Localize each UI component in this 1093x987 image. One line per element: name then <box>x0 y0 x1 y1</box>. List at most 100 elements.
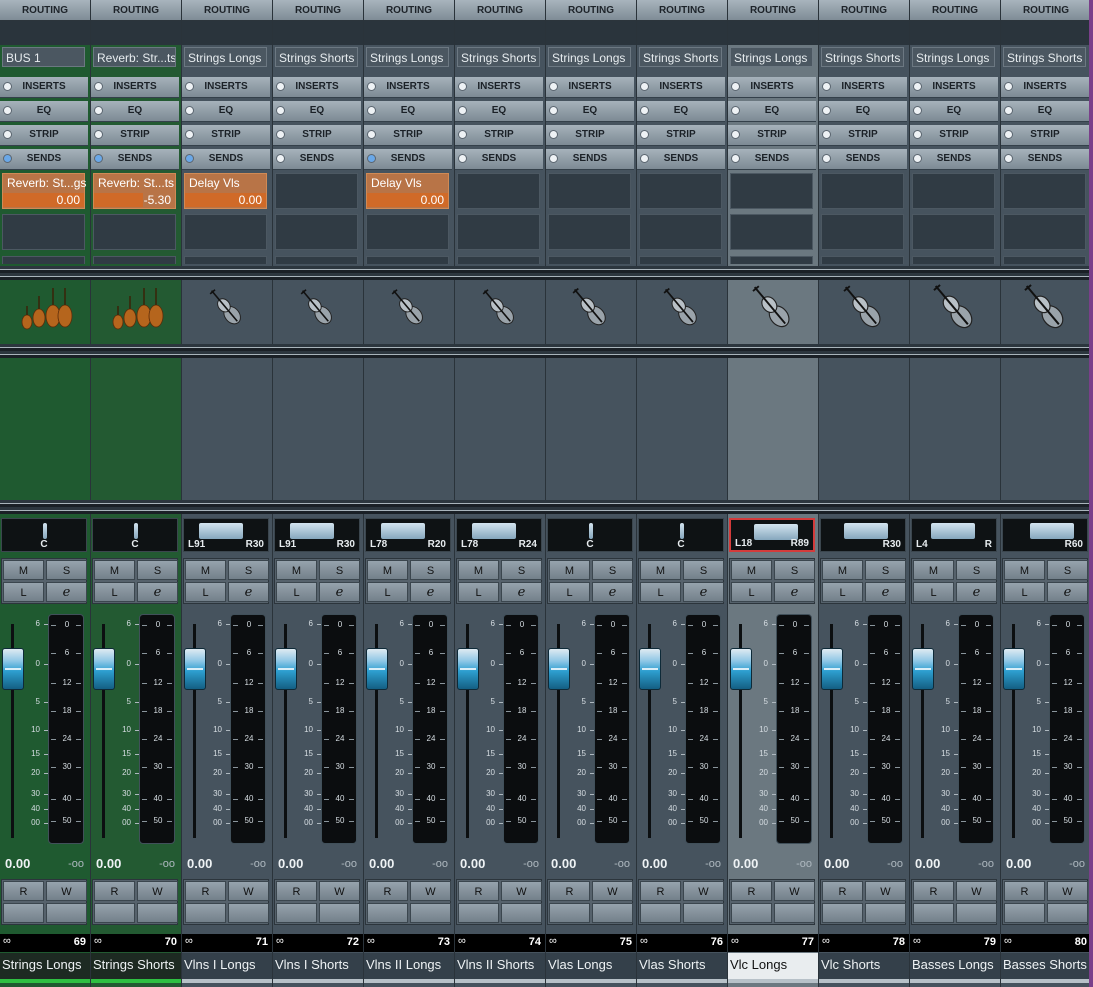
send-slot-3[interactable] <box>2 256 85 264</box>
eq-power-icon[interactable] <box>822 106 831 115</box>
read-automation-button[interactable]: R <box>94 881 135 901</box>
strip-section-button[interactable]: STRIP <box>273 125 361 146</box>
sends-power-icon[interactable] <box>549 154 558 163</box>
channel-notes-area[interactable] <box>546 362 636 498</box>
strip-section-button[interactable]: STRIP <box>0 125 88 146</box>
channel-notes-area[interactable] <box>819 362 909 498</box>
stereo-link-icon[interactable]: ∞ <box>549 935 557 947</box>
routing-header[interactable]: ROUTING <box>455 0 545 21</box>
peak-value[interactable]: -oo <box>1069 858 1085 870</box>
pan-handle[interactable] <box>1030 523 1075 539</box>
strip-section-button[interactable]: STRIP <box>910 125 998 146</box>
sends-section-button[interactable]: SENDS <box>728 149 816 170</box>
eq-power-icon[interactable] <box>276 106 285 115</box>
listen-button[interactable]: L <box>913 582 954 602</box>
sends-power-icon[interactable] <box>94 154 103 163</box>
solo-button[interactable]: S <box>774 560 815 580</box>
stereo-link-icon[interactable]: ∞ <box>94 935 102 947</box>
strip-power-icon[interactable] <box>367 130 376 139</box>
channel-notes-area[interactable] <box>728 362 818 498</box>
eq-section-button[interactable]: EQ <box>182 101 270 122</box>
channel-picture[interactable] <box>455 282 545 340</box>
volume-fader[interactable] <box>1003 648 1025 690</box>
send-slot-1[interactable]: Reverb: St...gs 0.00 <box>2 173 86 209</box>
stereo-link-icon[interactable]: ∞ <box>913 935 921 947</box>
output-routing-selector[interactable]: Strings Longs <box>366 47 449 67</box>
solo-button[interactable]: S <box>501 560 542 580</box>
strip-power-icon[interactable] <box>549 130 558 139</box>
sends-section-button[interactable]: SENDS <box>819 149 907 170</box>
pan-control[interactable]: L18 R89 <box>729 518 815 552</box>
inserts-section-button[interactable]: INSERTS <box>455 77 543 98</box>
inserts-power-icon[interactable] <box>185 82 194 91</box>
routing-header[interactable]: ROUTING <box>819 0 909 21</box>
listen-button[interactable]: L <box>367 582 408 602</box>
sends-power-icon[interactable] <box>3 154 12 163</box>
inserts-section-button[interactable]: INSERTS <box>182 77 270 98</box>
sends-power-icon[interactable] <box>1004 154 1013 163</box>
inserts-section-button[interactable]: INSERTS <box>546 77 634 98</box>
output-routing-selector[interactable]: Strings Shorts <box>275 47 358 67</box>
sends-power-icon[interactable] <box>731 154 740 163</box>
send-slot-1[interactable] <box>730 173 813 209</box>
pan-handle[interactable] <box>931 523 975 539</box>
strip-section-button[interactable]: STRIP <box>182 125 270 146</box>
listen-button[interactable]: L <box>185 582 226 602</box>
volume-value[interactable]: 0.00 <box>824 856 849 871</box>
sends-section-button[interactable]: SENDS <box>182 149 270 170</box>
mute-button[interactable]: M <box>276 560 317 580</box>
volume-fader[interactable] <box>730 648 752 690</box>
strip-power-icon[interactable] <box>1004 130 1013 139</box>
volume-value[interactable]: 0.00 <box>733 856 758 871</box>
send-slot-1[interactable] <box>457 173 540 209</box>
pan-control[interactable]: C <box>1 518 87 552</box>
sends-section-button[interactable]: SENDS <box>546 149 634 170</box>
strip-power-icon[interactable] <box>731 130 740 139</box>
send-slot-3[interactable] <box>366 256 449 264</box>
automation-slot[interactable] <box>137 903 178 923</box>
volume-fader[interactable] <box>275 648 297 690</box>
stereo-link-icon[interactable]: ∞ <box>458 935 466 947</box>
eq-power-icon[interactable] <box>185 106 194 115</box>
inserts-power-icon[interactable] <box>367 82 376 91</box>
write-automation-button[interactable]: W <box>865 881 906 901</box>
strip-power-icon[interactable] <box>276 130 285 139</box>
read-automation-button[interactable]: R <box>185 881 226 901</box>
pan-handle[interactable] <box>471 523 516 539</box>
automation-slot[interactable] <box>458 903 499 923</box>
eq-section-button[interactable]: EQ <box>364 101 452 122</box>
channel-name[interactable]: Vlas Longs <box>546 953 636 979</box>
automation-slot[interactable] <box>367 903 408 923</box>
inserts-power-icon[interactable] <box>913 82 922 91</box>
strip-power-icon[interactable] <box>185 130 194 139</box>
inserts-section-button[interactable]: INSERTS <box>728 77 816 98</box>
volume-fader[interactable] <box>548 648 570 690</box>
listen-button[interactable]: L <box>731 582 772 602</box>
inserts-power-icon[interactable] <box>458 82 467 91</box>
send-slot-1[interactable]: Reverb: St...ts -5.30 <box>93 173 176 209</box>
inserts-section-button[interactable]: INSERTS <box>273 77 361 98</box>
output-routing-selector[interactable]: Strings Shorts <box>639 47 722 67</box>
eq-section-button[interactable]: EQ <box>728 101 816 122</box>
send-slot-3[interactable] <box>457 256 540 264</box>
inserts-power-icon[interactable] <box>549 82 558 91</box>
channel-name[interactable]: Vlns I Longs <box>182 953 272 979</box>
automation-slot[interactable] <box>185 903 226 923</box>
eq-power-icon[interactable] <box>913 106 922 115</box>
channel-picture[interactable] <box>182 282 272 340</box>
routing-header[interactable]: ROUTING <box>0 0 90 21</box>
send-slot-2[interactable] <box>275 214 358 250</box>
read-automation-button[interactable]: R <box>640 881 681 901</box>
pan-control[interactable]: L78 R20 <box>365 518 451 552</box>
volume-value[interactable]: 0.00 <box>551 856 576 871</box>
pan-control[interactable]: C <box>92 518 178 552</box>
eq-power-icon[interactable] <box>640 106 649 115</box>
stereo-link-icon[interactable]: ∞ <box>822 935 830 947</box>
inserts-section-button[interactable]: INSERTS <box>637 77 725 98</box>
send-slot-2[interactable] <box>2 214 85 250</box>
volume-value[interactable]: 0.00 <box>96 856 121 871</box>
strip-section-button[interactable]: STRIP <box>1001 125 1089 146</box>
channel-picture[interactable] <box>910 282 1000 340</box>
pan-control[interactable]: C <box>547 518 633 552</box>
routing-header[interactable]: ROUTING <box>364 0 454 21</box>
